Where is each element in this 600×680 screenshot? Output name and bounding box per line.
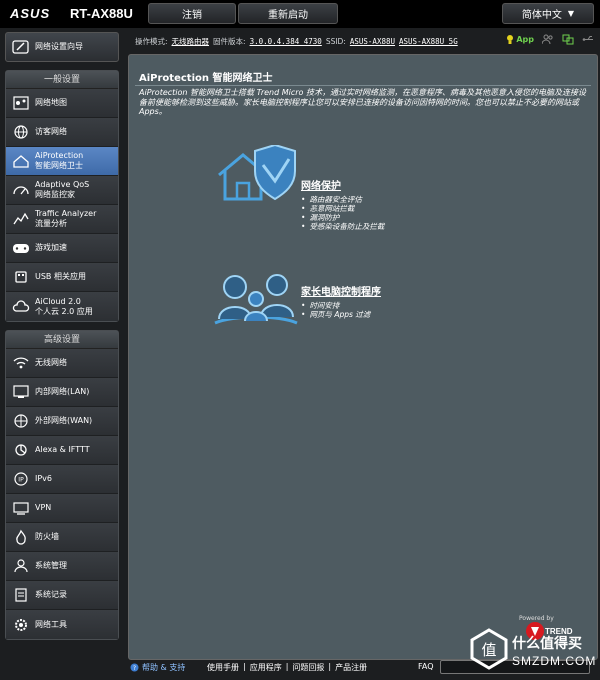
- admin-icon: [10, 557, 32, 575]
- cloud-icon: [10, 298, 32, 316]
- sidebar-item-usb-apps[interactable]: USB 相关应用: [6, 263, 118, 292]
- house-shield-icon: [10, 152, 32, 170]
- svg-text:?: ?: [133, 665, 136, 672]
- list-item: 漏洞防护: [301, 213, 384, 222]
- lan-icon: [10, 383, 32, 401]
- chevron-down-icon: ▼: [567, 9, 575, 18]
- chart-icon: [10, 210, 32, 228]
- parental-controls-section: 家长电脑控制程序 时间安排 网页与 Apps 过滤: [301, 283, 381, 319]
- sidebar-item-administration[interactable]: 系统管理: [6, 552, 118, 581]
- usb-status-icon[interactable]: [582, 34, 594, 45]
- network-protection-list: 路由器安全评估 恶意网站拦截 漏洞防护 受感染设备防止及拦截: [301, 195, 384, 231]
- feedback-link[interactable]: 问题回报: [292, 662, 324, 673]
- help-support-link[interactable]: ? 帮助 & 支持: [130, 662, 185, 673]
- users-icon[interactable]: [542, 34, 554, 45]
- sidebar-item-adaptive-qos[interactable]: Adaptive QoS 网络监控家: [6, 176, 118, 205]
- sidebar-item-network-tools[interactable]: 网络工具: [6, 610, 118, 639]
- sidebar-item-wireless[interactable]: 无线网络: [6, 349, 118, 378]
- sidebar-item-vpn[interactable]: VPN: [6, 494, 118, 523]
- list-item: 恶意网站拦截: [301, 204, 384, 213]
- gear-icon: [10, 616, 32, 634]
- aiprotection-panel: AiProtection 智能网络卫士 AiProtection 智能网络卫士搭…: [128, 54, 598, 660]
- sidebar-item-traffic-analyzer[interactable]: Traffic Analyzer 流量分析: [6, 205, 118, 234]
- list-item: 路由器安全评估: [301, 195, 384, 204]
- list-item: 受感染设备防止及拦截: [301, 222, 384, 231]
- page-description: AiProtection 智能网络卫士搭载 Trend Micro 技术，通过实…: [139, 88, 586, 116]
- ssid-5g-link[interactable]: ASUS-AX88U_5G: [399, 37, 458, 46]
- list-item: 时间安排: [301, 301, 381, 310]
- page-title: AiProtection 智能网络卫士: [139, 73, 273, 84]
- network-protection-link[interactable]: 网络保护: [301, 177, 384, 192]
- usb-icon: [10, 268, 32, 286]
- svg-text:值: 值: [481, 641, 496, 659]
- gamepad-icon: [10, 239, 32, 257]
- alexa-icon: [10, 441, 32, 459]
- family-illustration[interactable]: [213, 271, 299, 329]
- faq-label: FAQ: [418, 662, 434, 671]
- general-settings-title: 一般设置: [6, 71, 118, 89]
- reboot-button[interactable]: 重新启动: [238, 3, 338, 24]
- logout-button[interactable]: 注销: [148, 3, 236, 24]
- parental-controls-link[interactable]: 家长电脑控制程序: [301, 283, 381, 298]
- sidebar-item-network-map[interactable]: 网络地图: [6, 89, 118, 118]
- sidebar-item-wan[interactable]: 外部网络(WAN): [6, 407, 118, 436]
- brand-logo: ASUS: [10, 6, 51, 21]
- ssid-24g-link[interactable]: ASUS-AX88U: [350, 37, 395, 46]
- language-select[interactable]: 简体中文 ▼: [502, 3, 594, 24]
- network-map-icon: [10, 94, 32, 112]
- smzdm-logo-icon: 值: [470, 628, 508, 670]
- wan-globe-icon: [10, 412, 32, 430]
- sidebar-item-lan[interactable]: 内部网络(LAN): [6, 378, 118, 407]
- list-item: 网页与 Apps 过滤: [301, 310, 381, 319]
- sidebar-item-game-boost[interactable]: 游戏加速: [6, 234, 118, 263]
- router-admin-page: ASUS RT-AX88U 注销 重新启动 简体中文 ▼ 网络设置向导 一般设置 …: [0, 0, 600, 680]
- register-link[interactable]: 产品注册: [335, 662, 367, 673]
- gauge-icon: [10, 181, 32, 199]
- log-icon: [10, 586, 32, 604]
- advanced-settings-title: 高级设置: [6, 331, 118, 349]
- title-divider: [135, 85, 591, 86]
- status-bar: 操作模式: 无线路由器 固件版本: 3.0.0.4.384_4730 SSID:…: [127, 30, 600, 52]
- wand-icon: [10, 38, 32, 56]
- svg-text:IP: IP: [18, 477, 24, 484]
- manual-link[interactable]: 使用手册: [207, 662, 239, 673]
- sidebar-item-alexa-ifttt[interactable]: Alexa & IFTTT: [6, 436, 118, 465]
- house-shield-illustration[interactable]: [215, 145, 297, 203]
- sidebar-item-system-log[interactable]: 系统记录: [6, 581, 118, 610]
- top-bar: ASUS RT-AX88U 注销 重新启动 简体中文 ▼: [0, 0, 600, 28]
- footer-links: 使用手册 | 应用程序 | 问题回报 | 产品注册: [207, 662, 368, 673]
- watermark: 值 什么值得买 SMZDM.COM: [470, 628, 600, 678]
- model-name: RT-AX88U: [70, 6, 133, 21]
- sidebar-item-aiprotection[interactable]: AiProtection 智能网络卫士: [6, 147, 118, 176]
- connection-icon[interactable]: [562, 34, 574, 45]
- sidebar-item-guest-network[interactable]: 访客网络: [6, 118, 118, 147]
- app-button[interactable]: App: [506, 34, 534, 45]
- utility-link[interactable]: 应用程序: [250, 662, 282, 673]
- globe-icon: [10, 123, 32, 141]
- lightbulb-icon: [507, 35, 514, 44]
- main-content: 操作模式: 无线路由器 固件版本: 3.0.0.4.384_4730 SSID:…: [127, 30, 600, 660]
- firmware-link[interactable]: 3.0.0.4.384_4730: [250, 37, 322, 46]
- fire-icon: [10, 528, 32, 546]
- sidebar-item-ipv6[interactable]: IP IPv6: [6, 465, 118, 494]
- advanced-settings-group: 高级设置 无线网络 内部网络(LAN) 外部网络(WAN) Alexa & IF…: [5, 330, 119, 640]
- general-settings-group: 一般设置 网络地图 访客网络 AiProtection 智能网络卫士 Adapti…: [5, 70, 119, 322]
- vpn-icon: [10, 499, 32, 517]
- operation-mode-link[interactable]: 无线路由器: [172, 36, 210, 47]
- sidebar: 网络设置向导 一般设置 网络地图 访客网络 AiProtection 智能网络卫士…: [0, 30, 122, 642]
- sidebar-item-aicloud[interactable]: AiCloud 2.0 个人云 2.0 应用: [6, 292, 118, 321]
- wifi-icon: [10, 354, 32, 372]
- question-icon: ?: [130, 663, 139, 672]
- ipv6-icon: IP: [10, 470, 32, 488]
- parental-controls-list: 时间安排 网页与 Apps 过滤: [301, 301, 381, 319]
- network-protection-section: 网络保护 路由器安全评估 恶意网站拦截 漏洞防护 受感染设备防止及拦截: [301, 177, 384, 231]
- status-icons: App: [506, 34, 594, 45]
- quick-setup-button[interactable]: 网络设置向导: [5, 32, 119, 62]
- sidebar-item-firewall[interactable]: 防火墙: [6, 523, 118, 552]
